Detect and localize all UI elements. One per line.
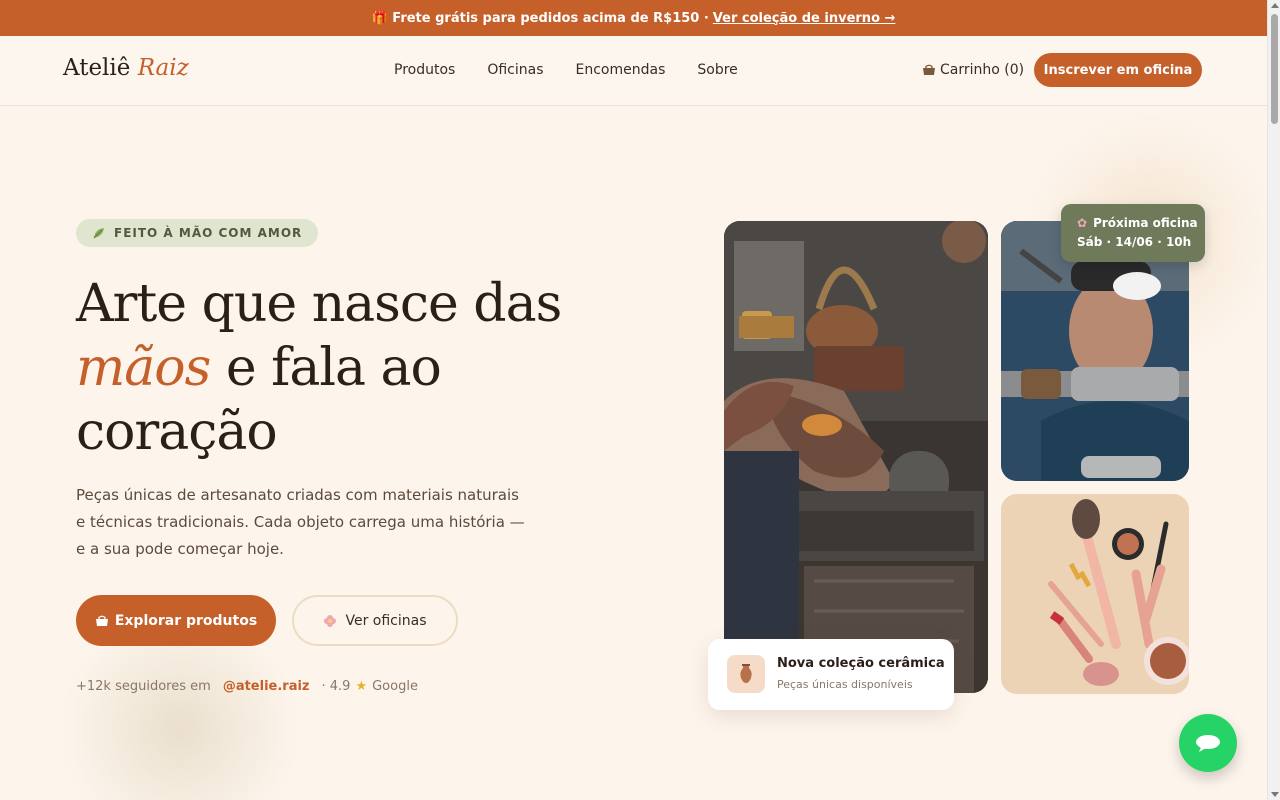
- enroll-workshop-button[interactable]: Inscrever em oficina: [1034, 53, 1202, 87]
- new-collection-card[interactable]: Nova coleção cerâmica Peças únicas dispo…: [708, 639, 954, 710]
- flower-icon: [324, 614, 337, 627]
- cosmetics-products-photo: [1001, 494, 1189, 694]
- next-workshop-date: Sáb · 14/06 · 10h: [1077, 235, 1192, 249]
- next-workshop-heading: ✿ Próxima oficina: [1077, 214, 1205, 233]
- rating-source: Google: [372, 679, 418, 694]
- view-workshops-label: Ver oficinas: [345, 612, 427, 629]
- next-workshop-title: Próxima oficina: [1093, 216, 1198, 230]
- scroll-up-arrow-icon[interactable]: [1271, 3, 1279, 8]
- nav-sobre[interactable]: Sobre: [697, 62, 737, 78]
- announcement-text: 🎁 Frete grátis para pedidos acima de R$1…: [371, 10, 709, 26]
- page-scrollbar[interactable]: [1267, 0, 1280, 800]
- rating-value: · 4.9: [321, 679, 351, 694]
- collection-subtitle: Peças únicas disponíveis: [777, 678, 913, 691]
- leaf-icon: [93, 228, 104, 239]
- nav-produtos[interactable]: Produtos: [394, 62, 455, 78]
- cart-label: Carrinho (0): [940, 62, 1025, 78]
- hero-title-line2: e fala ao: [210, 338, 442, 398]
- metalwork-illustration: [724, 221, 988, 693]
- hero-title-line3: coração: [76, 402, 278, 462]
- star-icon: ★: [355, 679, 368, 694]
- hero-badge: FEITO À MÃO COM AMOR: [76, 219, 319, 247]
- badge-text: FEITO À MÃO COM AMOR: [114, 226, 303, 240]
- followers-count: +12k seguidores em: [76, 679, 211, 694]
- view-workshops-button[interactable]: Ver oficinas: [292, 595, 458, 646]
- rating-info: · 4.9 ★ Google: [322, 679, 418, 694]
- hero-description: Peças únicas de artesanato criadas com m…: [76, 486, 525, 558]
- vase-icon: [727, 655, 765, 693]
- logo-main: Ateliê: [63, 55, 131, 81]
- instagram-handle-link[interactable]: @atelie.raiz: [223, 679, 310, 694]
- whatsapp-chat-button[interactable]: [1179, 714, 1237, 772]
- collection-title: Nova coleção cerâmica: [777, 656, 945, 671]
- background-glow: [40, 630, 320, 800]
- site-header: Ateliê Raiz Produtos Oficinas Encomendas…: [0, 36, 1267, 106]
- next-workshop-card[interactable]: ✿ Próxima oficina Sáb · 14/06 · 10h: [1061, 204, 1205, 262]
- chat-bubble-icon: [1196, 735, 1220, 752]
- scroll-down-arrow-icon[interactable]: [1271, 792, 1279, 797]
- main-nav: Produtos Oficinas Encomendas Sobre: [394, 62, 738, 78]
- hero-title-accent: mãos: [76, 338, 211, 398]
- nav-oficinas[interactable]: Oficinas: [487, 62, 543, 78]
- hero-title: Arte que nasce das mãos e fala ao coraçã…: [76, 272, 636, 464]
- flower-icon: ✿: [1077, 216, 1088, 230]
- shopping-bag-icon: [95, 615, 108, 626]
- nav-encomendas[interactable]: Encomendas: [576, 62, 666, 78]
- logo-accent: Raiz: [137, 55, 189, 81]
- shopping-bag-icon: [923, 64, 935, 75]
- social-proof: +12k seguidores em @atelie.raiz · 4.9 ★ …: [76, 679, 418, 694]
- site-logo[interactable]: Ateliê Raiz: [63, 55, 189, 81]
- hero-title-line1: Arte que nasce das: [76, 274, 562, 334]
- explore-products-button[interactable]: Explorar produtos: [76, 595, 276, 646]
- artisan-metalwork-photo: [724, 221, 988, 693]
- cart-link[interactable]: Carrinho (0): [922, 62, 1024, 78]
- cosmetics-illustration: [1001, 494, 1189, 694]
- scrollbar-thumb[interactable]: [1271, 14, 1278, 124]
- announcement-bar: 🎁 Frete grátis para pedidos acima de R$1…: [0, 0, 1267, 36]
- announcement-link[interactable]: Ver coleção de inverno →: [713, 11, 896, 26]
- explore-products-label: Explorar produtos: [114, 612, 258, 629]
